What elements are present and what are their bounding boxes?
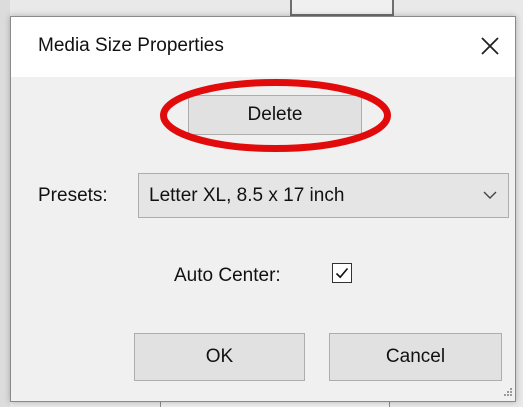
close-button[interactable]: [473, 29, 507, 63]
presets-dropdown[interactable]: Letter XL, 8.5 x 17 inch: [138, 173, 509, 218]
check-icon: [335, 267, 349, 279]
background-window-edge: [0, 0, 10, 407]
presets-selected-value: Letter XL, 8.5 x 17 inch: [149, 184, 345, 206]
cancel-button[interactable]: Cancel: [329, 333, 502, 381]
media-size-properties-dialog: Media Size Properties Delete Presets: Le…: [10, 16, 516, 402]
auto-center-label: Auto Center:: [174, 265, 281, 286]
presets-label: Presets:: [38, 185, 108, 206]
dialog-title: Media Size Properties: [38, 35, 224, 56]
auto-center-checkbox[interactable]: [332, 263, 352, 283]
chevron-down-icon: [483, 191, 497, 199]
ok-button[interactable]: OK: [134, 333, 305, 381]
screenshot-canvas: Media Size Properties Delete Presets: Le…: [0, 0, 523, 407]
background-control-top: [290, 0, 394, 16]
dialog-titlebar: Media Size Properties: [11, 17, 515, 77]
close-icon: [481, 37, 499, 55]
delete-button[interactable]: Delete: [188, 95, 362, 135]
resize-grip-icon[interactable]: [501, 387, 513, 399]
